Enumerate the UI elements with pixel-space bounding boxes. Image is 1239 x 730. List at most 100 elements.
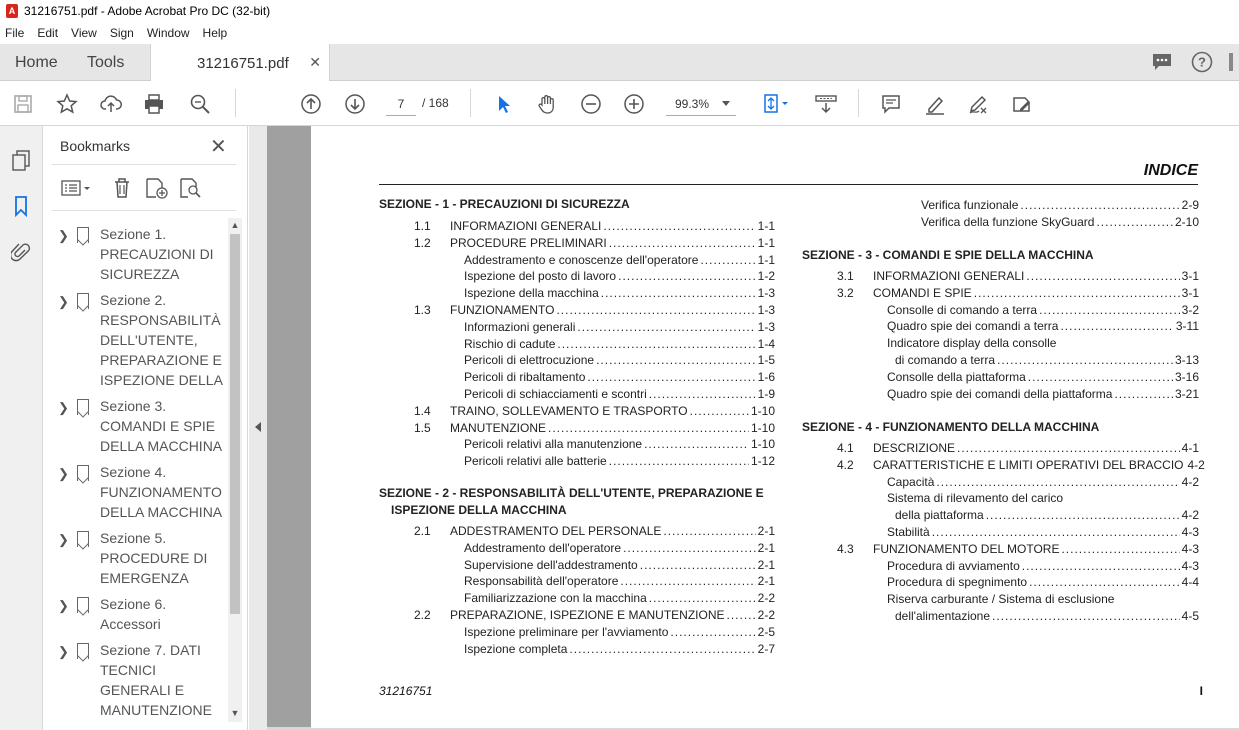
- toc-entry[interactable]: 1.2 PROCEDURE PRELIMINARI 1-1: [414, 236, 775, 251]
- toc-entry[interactable]: Quadro spie dei comandi della piattaform…: [887, 387, 1199, 402]
- menu-edit[interactable]: Edit: [37, 26, 58, 40]
- toc-entry[interactable]: dell'alimentazione 4-5: [895, 609, 1199, 624]
- toc-entry[interactable]: Verifica funzionale 2-9: [921, 198, 1199, 213]
- toc-entry[interactable]: Quadro spie dei comandi a terra 3-11: [887, 319, 1199, 334]
- close-panel-icon[interactable]: ✕: [210, 134, 227, 159]
- toc-entry[interactable]: 2.2 PREPARAZIONE, ISPEZIONE E MANUTENZION…: [414, 608, 775, 623]
- toc-entry[interactable]: Procedura di avviamento 4-3: [887, 559, 1199, 574]
- attachments-icon[interactable]: [9, 240, 33, 264]
- chevron-right-icon[interactable]: ❯: [58, 530, 69, 550]
- menu-file[interactable]: File: [5, 26, 24, 40]
- chevron-right-icon[interactable]: ❯: [58, 226, 69, 246]
- zoom-search-icon[interactable]: [187, 91, 213, 117]
- chevron-right-icon[interactable]: ❯: [58, 596, 69, 616]
- toc-entry[interactable]: di comando a terra 3-13: [895, 353, 1199, 368]
- find-bookmark-icon[interactable]: [178, 176, 204, 200]
- comment-icon[interactable]: [1150, 50, 1174, 74]
- highlight-icon[interactable]: [922, 91, 948, 117]
- fill-sign-icon[interactable]: [1009, 91, 1035, 117]
- toc-entry[interactable]: 1.5 MANUTENZIONE 1-10: [414, 421, 775, 436]
- bookmark-item[interactable]: ❯ Sezione 1. PRECAUZIONI DI SICUREZZA: [52, 224, 226, 284]
- zoom-in-icon[interactable]: [621, 91, 647, 117]
- toc-entry[interactable]: Ispezione della macchina 1-3: [464, 286, 775, 301]
- page-number-input[interactable]: [386, 92, 416, 116]
- save-icon[interactable]: [10, 91, 36, 117]
- tab-home[interactable]: Home: [15, 44, 58, 81]
- bookmarks-icon[interactable]: [9, 194, 33, 218]
- scroll-up-icon[interactable]: ▲: [230, 220, 240, 232]
- star-icon[interactable]: [54, 91, 80, 117]
- previous-page-icon[interactable]: [298, 91, 324, 117]
- bookmark-item[interactable]: ❯ Sezione 2. RESPONSABILITÀ DELL'UTENTE, …: [52, 290, 226, 390]
- menu-window[interactable]: Window: [147, 26, 190, 40]
- toc-entry[interactable]: della piattaforma 4-2: [895, 508, 1199, 523]
- chevron-right-icon[interactable]: ❯: [58, 464, 69, 484]
- toc-entry[interactable]: Consolle di comando a terra 3-2: [887, 303, 1199, 318]
- fit-page-icon[interactable]: [757, 91, 793, 117]
- new-bookmark-icon[interactable]: [144, 176, 170, 200]
- toc-entry[interactable]: 1.3 FUNZIONAMENTO 1-3: [414, 303, 775, 318]
- toc-entry[interactable]: Pericoli relativi alla manutenzione 1-10: [464, 437, 775, 452]
- zoom-out-icon[interactable]: [578, 91, 604, 117]
- toc-entry[interactable]: 4.1 DESCRIZIONE 4-1: [837, 441, 1199, 456]
- toc-entry[interactable]: Capacità 4-2: [887, 475, 1199, 490]
- next-page-icon[interactable]: [342, 91, 368, 117]
- scroll-mode-icon[interactable]: [812, 91, 840, 117]
- toc-entry[interactable]: Sistema di rilevamento del carico: [887, 491, 1199, 506]
- toc-entry[interactable]: Supervisione dell'addestramento 2-1: [464, 558, 775, 573]
- menu-sign[interactable]: Sign: [110, 26, 134, 40]
- toc-entry[interactable]: Consolle della piattaforma 3-16: [887, 370, 1199, 385]
- toc-entry[interactable]: 3.2 COMANDI E SPIE 3-1: [837, 286, 1199, 301]
- toc-entry[interactable]: Ispezione preliminare per l'avviamento 2-…: [464, 625, 775, 640]
- hand-tool-icon[interactable]: [534, 91, 560, 117]
- toc-entry[interactable]: Stabilità 4-3: [887, 525, 1199, 540]
- toc-entry[interactable]: 2.1 ADDESTRAMENTO DEL PERSONALE 2-1: [414, 524, 775, 539]
- collapse-panel-icon[interactable]: [255, 422, 261, 432]
- bookmark-item[interactable]: ❯ Sezione 5. PROCEDURE DI EMERGENZA: [52, 528, 226, 588]
- chevron-right-icon[interactable]: ❯: [58, 292, 69, 312]
- toc-entry[interactable]: 4.3 FUNZIONAMENTO DEL MOTORE 4-3: [837, 542, 1199, 557]
- toc-entry[interactable]: Verifica della funzione SkyGuard 2-10: [921, 215, 1199, 230]
- bookmark-item[interactable]: ❯ Sezione 7. DATI TECNICI GENERALI E MANU…: [52, 640, 226, 720]
- upload-icon[interactable]: [98, 91, 124, 117]
- tab-tools[interactable]: Tools: [87, 44, 124, 81]
- tab-document[interactable]: 31216751.pdf ✕: [150, 44, 330, 82]
- chevron-right-icon[interactable]: ❯: [58, 642, 69, 662]
- print-icon[interactable]: [141, 91, 167, 117]
- toc-entry[interactable]: Familiarizzazione con la macchina 2-2: [464, 591, 775, 606]
- zoom-select[interactable]: 99.3%: [666, 92, 736, 116]
- panel-splitter[interactable]: [249, 126, 267, 730]
- toc-entry[interactable]: Addestramento dell'operatore 2-1: [464, 541, 775, 556]
- toc-entry[interactable]: Procedura di spegnimento 4-4: [887, 575, 1199, 590]
- toc-entry[interactable]: Indicatore display della consolle: [887, 336, 1199, 351]
- scrollbar-thumb[interactable]: [230, 234, 240, 614]
- menu-help[interactable]: Help: [203, 26, 228, 40]
- page-thumbnails-icon[interactable]: [9, 148, 33, 172]
- close-tab-icon[interactable]: ✕: [309, 54, 321, 71]
- add-comment-icon[interactable]: [878, 91, 904, 117]
- toc-entry[interactable]: Addestramento e conoscenze dell'operator…: [464, 253, 775, 268]
- toc-entry[interactable]: Ispezione del posto di lavoro 1-2: [464, 269, 775, 284]
- scroll-down-icon[interactable]: ▼: [230, 708, 240, 720]
- toc-entry[interactable]: Pericoli di schiacciamenti e scontri 1-9: [464, 387, 775, 402]
- help-icon[interactable]: ?: [1190, 50, 1214, 74]
- toc-entry[interactable]: 1.1 INFORMAZIONI GENERALI 1-1: [414, 219, 775, 234]
- draw-icon[interactable]: [965, 91, 991, 117]
- bookmark-item[interactable]: ❯ Sezione 4. FUNZIONAMENTO DELLA MACCHINA: [52, 462, 226, 522]
- toc-entry[interactable]: Ispezione completa 2-7: [464, 642, 775, 657]
- menu-view[interactable]: View: [71, 26, 97, 40]
- toc-entry[interactable]: Rischio di cadute 1-4: [464, 337, 775, 352]
- select-cursor-icon[interactable]: [490, 91, 516, 117]
- toc-entry[interactable]: Informazioni generali 1-3: [464, 320, 775, 335]
- options-menu-icon[interactable]: [60, 176, 94, 200]
- bookmarks-scrollbar[interactable]: ▲ ▼: [228, 218, 242, 722]
- toc-entry[interactable]: Pericoli di elettrocuzione 1-5: [464, 353, 775, 368]
- toc-entry[interactable]: Pericoli relativi alle batterie 1-12: [464, 454, 775, 469]
- toc-entry[interactable]: Pericoli di ribaltamento 1-6: [464, 370, 775, 385]
- toc-entry[interactable]: Riserva carburante / Sistema di esclusio…: [887, 592, 1199, 607]
- toc-entry[interactable]: 1.4 TRAINO, SOLLEVAMENTO E TRASPORTO 1-10: [414, 404, 775, 419]
- more-icon[interactable]: [1224, 50, 1238, 74]
- toc-entry[interactable]: Responsabilità dell'operatore 2-1: [464, 574, 775, 589]
- toc-entry[interactable]: 4.2 CARATTERISTICHE E LIMITI OPERATIVI DE…: [837, 458, 1205, 473]
- bookmark-item[interactable]: ❯ Sezione 6. Accessori: [52, 594, 226, 634]
